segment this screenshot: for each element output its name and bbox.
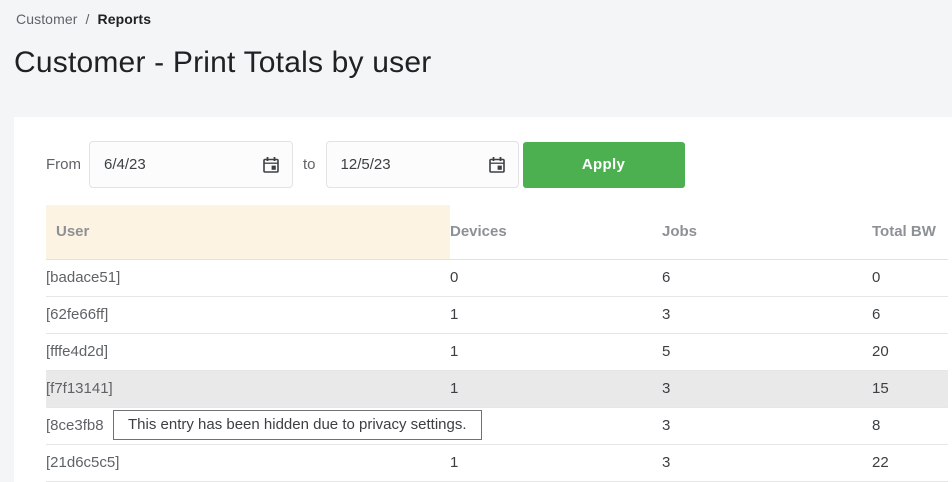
total-bw-cell: 22 [872, 444, 948, 481]
total-bw-cell: 6 [872, 296, 948, 333]
date-filter-bar: From to Apply [14, 117, 952, 188]
from-label: From [46, 156, 81, 173]
breadcrumb: Customer / Reports [16, 11, 151, 27]
column-header-devices[interactable]: Devices [450, 205, 662, 259]
breadcrumb-separator: / [85, 11, 89, 27]
jobs-cell: 5 [662, 333, 872, 370]
page-title: Customer - Print Totals by user [14, 46, 431, 80]
user-cell: [fffe4d2d] [46, 333, 450, 370]
to-date-input[interactable] [341, 156, 488, 173]
to-date-field[interactable] [326, 141, 519, 188]
total-bw-cell: 8 [872, 407, 948, 444]
devices-cell: 0 [450, 259, 662, 296]
privacy-tooltip: This entry has been hidden due to privac… [113, 410, 482, 440]
calendar-icon[interactable] [262, 156, 280, 174]
user-cell: [badace51] [46, 259, 450, 296]
user-cell: [21d6c5c5] [46, 444, 450, 481]
table-row[interactable]: [21d6c5c5] 1 3 22 [46, 444, 948, 481]
devices-cell [450, 407, 662, 444]
jobs-cell: 3 [662, 370, 872, 407]
table-row[interactable]: [62fe66ff] 1 3 6 [46, 296, 948, 333]
print-totals-table: User Devices Jobs Total BW [badace51] 0 … [46, 205, 948, 482]
user-cell: [62fe66ff] [46, 296, 450, 333]
table-row[interactable]: [fffe4d2d] 1 5 20 [46, 333, 948, 370]
to-label: to [303, 156, 316, 173]
devices-cell: 1 [450, 296, 662, 333]
devices-cell: 1 [450, 370, 662, 407]
devices-cell: 1 [450, 444, 662, 481]
table-row[interactable]: [badace51] 0 6 0 [46, 259, 948, 296]
table-row-hovered[interactable]: [f7f13141] 1 3 15 [46, 370, 948, 407]
total-bw-cell: 20 [872, 333, 948, 370]
total-bw-cell: 0 [872, 259, 948, 296]
table-header-row: User Devices Jobs Total BW [46, 205, 948, 259]
from-date-field[interactable] [89, 141, 293, 188]
calendar-icon[interactable] [488, 156, 506, 174]
breadcrumb-customer[interactable]: Customer [16, 11, 77, 27]
column-header-jobs[interactable]: Jobs [662, 205, 872, 259]
total-bw-cell: 15 [872, 370, 948, 407]
jobs-cell: 6 [662, 259, 872, 296]
breadcrumb-reports: Reports [97, 11, 151, 27]
user-cell: [f7f13141] [46, 370, 450, 407]
jobs-cell: 3 [662, 407, 872, 444]
apply-button[interactable]: Apply [523, 142, 685, 188]
from-date-input[interactable] [104, 156, 262, 173]
devices-cell: 1 [450, 333, 662, 370]
column-header-user[interactable]: User [46, 205, 450, 259]
jobs-cell: 3 [662, 296, 872, 333]
jobs-cell: 3 [662, 444, 872, 481]
column-header-total-bw[interactable]: Total BW [872, 205, 948, 259]
